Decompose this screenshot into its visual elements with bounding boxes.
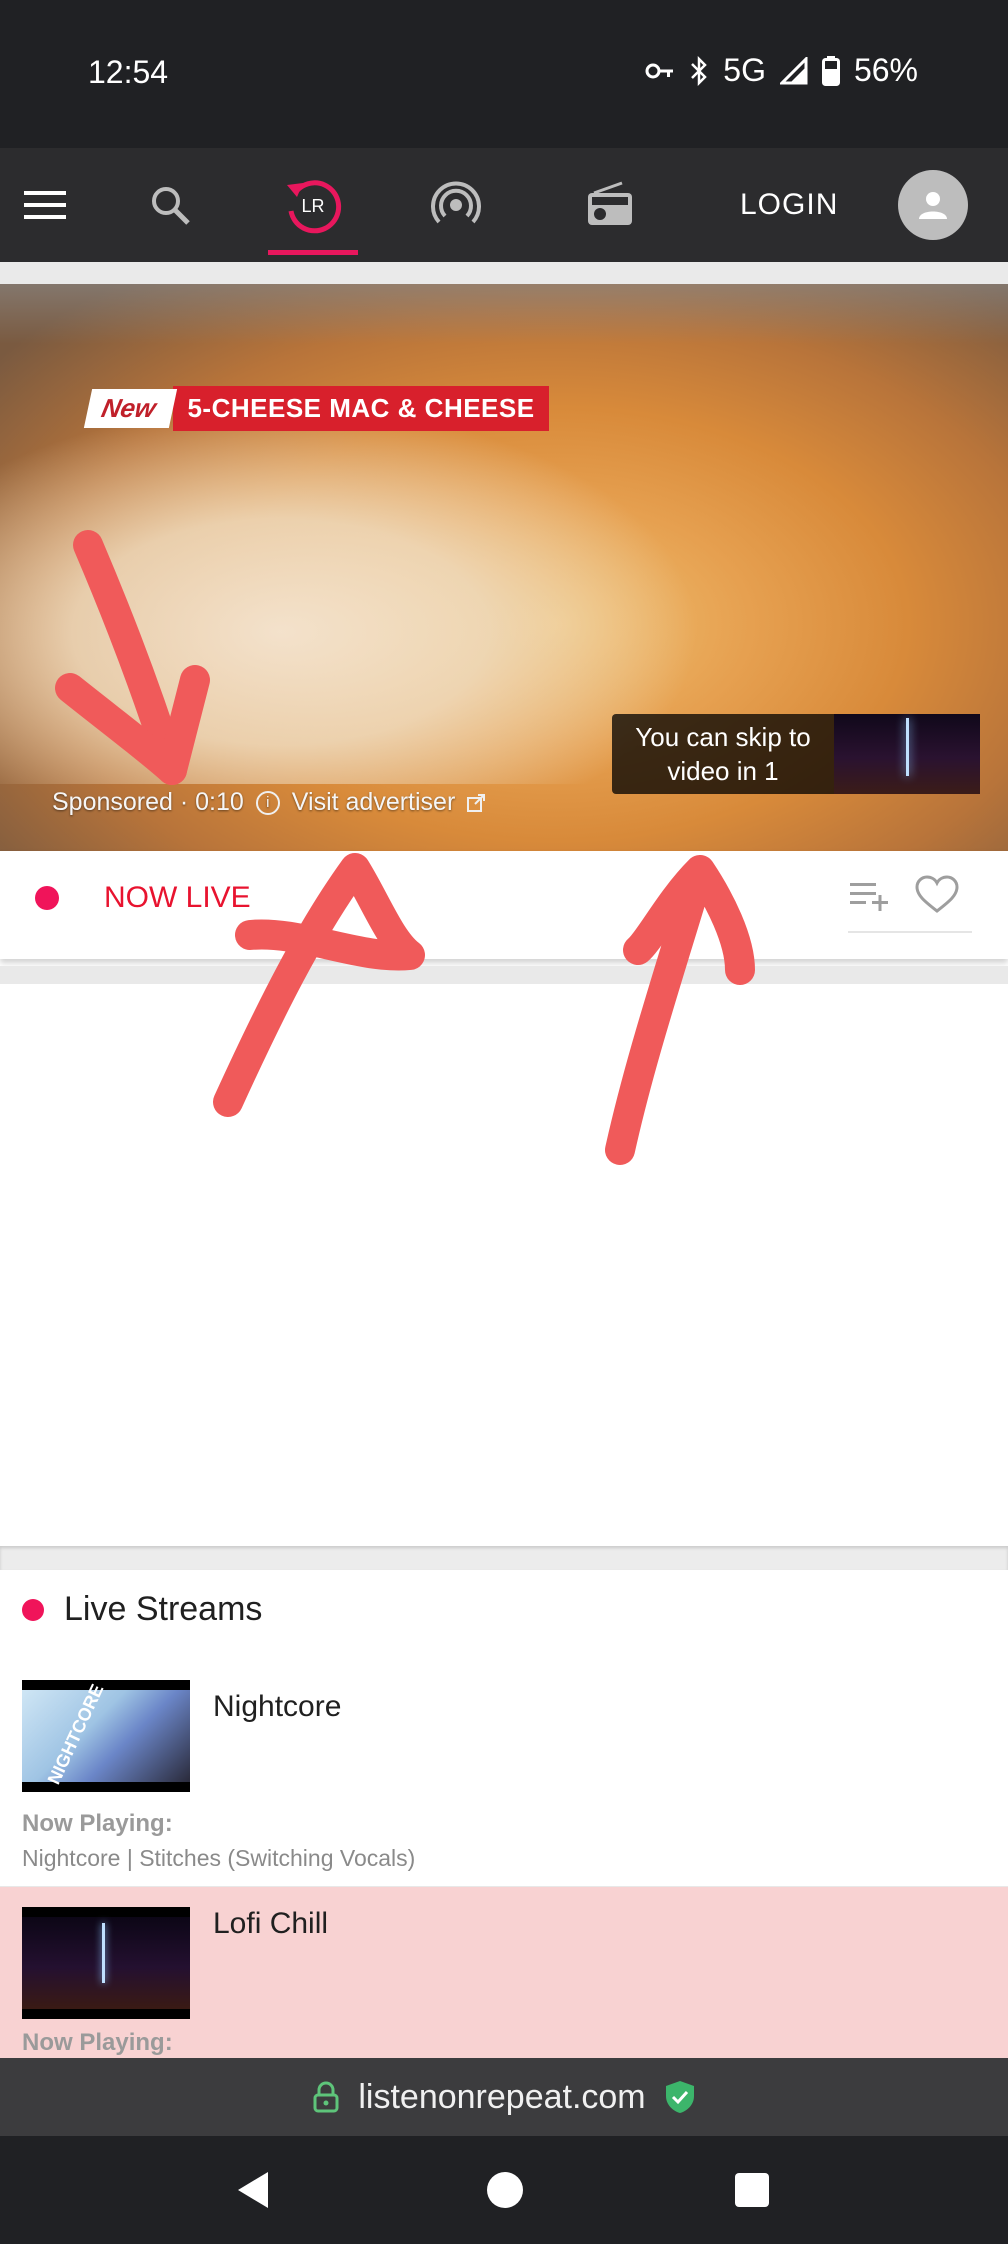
status-bar: 12:54 5G 56%	[0, 0, 1008, 148]
visit-advertiser-link[interactable]: Visit advertiser	[292, 788, 456, 817]
battery-icon	[821, 55, 840, 86]
radio-tab[interactable]	[570, 148, 650, 262]
stream-item-nightcore[interactable]: NIGHTCORE Nightcore Now Playing: Nightco…	[0, 1680, 1008, 1886]
ad-title: 5-CHEESE MAC & CHEESE	[173, 385, 549, 431]
app-navbar: LR LOGIN	[0, 148, 1008, 262]
now-live-bar: NOW LIVE	[0, 851, 1008, 959]
now-playing-label: Now Playing:	[22, 2029, 173, 2056]
sponsored-row: Sponsored · 0:10 i Visit advertiser	[52, 788, 486, 817]
external-link-icon[interactable]	[467, 793, 486, 812]
stream-thumbnail	[22, 1907, 190, 2019]
stream-thumbnail: NIGHTCORE	[22, 1680, 190, 1792]
now-playing-song: Nightcore | Stitches (Switching Vocals)	[22, 1845, 416, 1871]
skip-ad-text: You can skip to video in 1	[635, 722, 811, 786]
status-icons: 5G 56%	[645, 52, 918, 89]
vpn-key-icon	[645, 63, 674, 78]
live-streams-header: Live Streams	[22, 1590, 262, 1629]
add-to-playlist-icon[interactable]	[848, 875, 892, 915]
stream-title: Lofi Chill	[213, 1907, 329, 1940]
menu-icon	[24, 191, 66, 219]
podcast-tab[interactable]	[416, 148, 496, 262]
status-time: 12:54	[88, 54, 169, 90]
lock-icon	[313, 2081, 339, 2113]
network-type: 5G	[723, 52, 766, 88]
bluetooth-icon	[691, 55, 708, 86]
thumbnail-text: NIGHTCORE	[43, 1681, 108, 1788]
section-divider	[0, 1546, 1008, 1570]
stream-item-lofi-chill[interactable]: Lofi Chill Now Playing:	[0, 1886, 1008, 2059]
live-streams-title: Live Streams	[64, 1590, 263, 1628]
browser-url-bar[interactable]: listenonrepeat.com	[0, 2058, 1008, 2136]
active-tab-indicator	[268, 250, 358, 255]
live-dot	[22, 1598, 44, 1621]
search-icon	[152, 187, 190, 225]
video-player[interactable]: New 5-CHEESE MAC & CHEESE Sponsored · 0:…	[0, 284, 1008, 851]
menu-button[interactable]	[0, 148, 90, 262]
signal-icon	[779, 56, 808, 84]
system-navigation-bar	[0, 2136, 1008, 2244]
now-playing-label: Now Playing:	[22, 1810, 173, 1837]
skip-ad-countdown[interactable]: You can skip to video in 1	[612, 714, 980, 794]
battery-percent: 56%	[853, 52, 918, 88]
login-button[interactable]: LOGIN	[740, 148, 838, 262]
spacer	[0, 262, 1008, 284]
home-icon[interactable]	[485, 2170, 525, 2210]
ad-banner: New 5-CHEESE MAC & CHEESE	[83, 385, 549, 431]
radio-icon	[588, 181, 632, 225]
recents-icon[interactable]	[734, 2172, 770, 2208]
person-icon	[919, 192, 947, 219]
spacer	[0, 966, 1008, 984]
replay-label: LR	[301, 196, 324, 216]
info-icon[interactable]: i	[255, 790, 280, 815]
ad-new-label: New	[83, 388, 178, 428]
live-indicator-dot	[35, 886, 59, 910]
search-button[interactable]	[130, 148, 210, 262]
verified-shield-icon	[665, 2081, 694, 2113]
url-text: listenonrepeat.com	[358, 2077, 646, 2116]
favorite-heart-icon[interactable]	[914, 875, 960, 915]
now-live-label: NOW LIVE	[104, 881, 251, 914]
podcast-icon	[431, 181, 481, 224]
back-icon[interactable]	[234, 2170, 274, 2210]
controls-divider	[848, 931, 972, 933]
stream-title: Nightcore	[213, 1690, 342, 1723]
next-video-thumbnail	[834, 714, 980, 794]
replay-icon: LR	[287, 180, 342, 234]
replay-tab[interactable]: LR	[268, 148, 358, 262]
sponsored-label: Sponsored · 0:10	[52, 788, 244, 816]
account-avatar[interactable]	[898, 170, 968, 240]
